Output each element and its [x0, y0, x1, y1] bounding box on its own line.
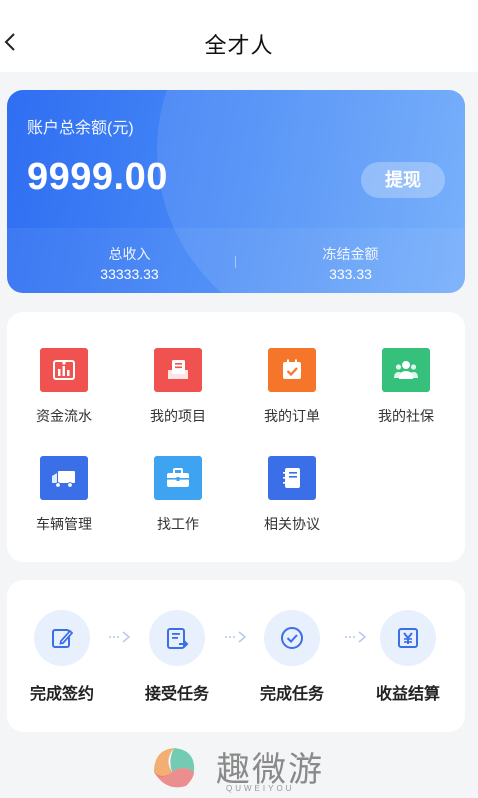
withdraw-button[interactable]: 提现: [361, 162, 445, 198]
menu-label: 我的订单: [264, 408, 320, 424]
flow-step-complete: 完成任务: [237, 610, 347, 704]
bar-chart-icon: [40, 348, 88, 392]
menu-label: 我的项目: [150, 408, 206, 424]
menu-label: 找工作: [157, 516, 199, 532]
menu-label: 车辆管理: [36, 516, 92, 532]
balance-card: 账户总余额(元) 9999.00 提现 总收入 33333.33 冻结金额 33…: [7, 90, 465, 293]
menu-item-social-security[interactable]: 我的社保: [349, 348, 463, 426]
menu-item-vehicle-management[interactable]: 车辆管理: [7, 456, 121, 534]
total-income-stat: 总收入 33333.33: [15, 244, 244, 282]
flow-label: 收益结算: [375, 686, 440, 703]
menu-item-fund-flow[interactable]: 资金流水: [7, 348, 121, 426]
balance-label: 账户总余额(元): [27, 120, 134, 137]
balance-amount: 9999.00: [27, 156, 168, 198]
frozen-value: 333.33: [329, 266, 372, 282]
briefcase-icon: [154, 456, 202, 500]
task-accept-icon: [149, 610, 205, 666]
menu-item-find-job[interactable]: 找工作: [121, 456, 235, 534]
watermark: 趣微游 QUWEIYOU: [146, 740, 346, 796]
menu-item-agreements[interactable]: 相关协议: [235, 456, 349, 534]
menu-panel: 资金流水 我的项目 我的订单 我的社保 车辆管理 找工作 相关协议: [7, 312, 465, 562]
task-flow-panel: 完成签约 接受任务 完成任务 收益结算: [7, 580, 465, 732]
flow-step-sign: 完成签约: [7, 610, 117, 704]
menu-label: 我的社保: [378, 408, 434, 424]
menu-label: 资金流水: [36, 408, 92, 424]
menu-item-my-projects[interactable]: 我的项目: [121, 348, 235, 426]
people-icon: [382, 348, 430, 392]
frozen-label: 冻结金额: [322, 246, 379, 262]
frozen-stat: 冻结金额 333.33: [236, 244, 465, 282]
page-title: 全才人: [204, 33, 274, 58]
project-icon: [154, 348, 202, 392]
flow-step-accept: 接受任务: [122, 610, 232, 704]
flow-step-settle: 收益结算: [353, 610, 463, 704]
calendar-check-icon: [268, 348, 316, 392]
watermark-logo-icon: [154, 748, 195, 788]
notebook-icon: [268, 456, 316, 500]
flow-label: 完成任务: [259, 686, 324, 703]
watermark-subtext: QUWEIYOU: [226, 784, 295, 793]
check-circle-icon: [264, 610, 320, 666]
total-income-label: 总收入: [108, 246, 151, 262]
yuan-icon: [380, 610, 436, 666]
truck-icon: [40, 456, 88, 500]
flow-label: 接受任务: [144, 686, 209, 703]
menu-label: 相关协议: [264, 516, 320, 532]
flow-label: 完成签约: [29, 686, 94, 703]
total-income-value: 33333.33: [100, 266, 159, 282]
edit-icon: [34, 610, 90, 666]
menu-item-my-orders[interactable]: 我的订单: [235, 348, 349, 426]
app-header: 全才人: [0, 0, 478, 72]
